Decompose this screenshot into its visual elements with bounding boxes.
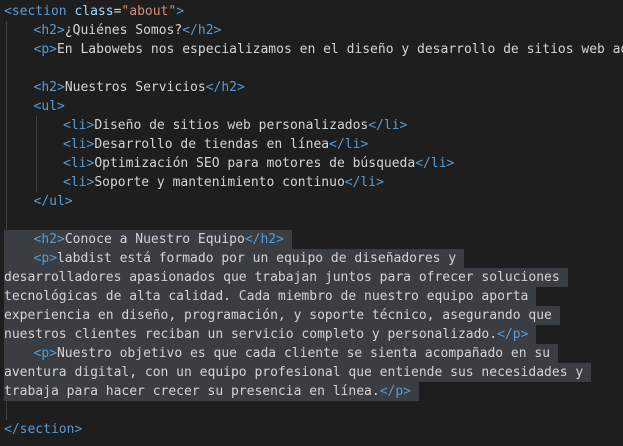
code-token: </li> [415,156,455,171]
code-line[interactable]: <li>Soporte y mantenimiento continuo</li… [63,173,384,192]
code-token: "about" [121,4,177,19]
code-line[interactable]: aventura digital, con un equipo profesio… [4,363,583,382]
code-token: <li> [63,175,95,190]
code-token: aventura digital, con un equipo profesio… [4,365,584,380]
code-token: <h2> [33,232,65,247]
code-token: <p> [33,251,57,266]
code-token: experiencia en diseño, programación, y s… [4,308,552,323]
code-line[interactable]: <li>Diseño de sitios web personalizados<… [63,116,407,135]
code-token: Diseño de sitios web personalizados [94,118,369,133]
code-token: <li> [63,137,95,152]
code-token: trabaja para hacer crecer su presencia e… [4,384,380,399]
code-token: </li> [344,175,384,190]
code-token: <h2> [33,23,65,38]
code-token: Nuestro objetivo es que cada cliente se … [56,346,551,361]
code-token: Soporte y mantenimiento continuo [94,175,345,190]
code-line[interactable]: <h2>Nuestros Servicios</h2> [34,78,245,97]
code-token: > [176,4,185,19]
code-token: ¿Quiénes Somos? [64,23,183,38]
code-token: tecnológicas de alta calidad. Cada miemb… [4,289,529,304]
code-token: Desarrollo de tiendas en línea [94,137,330,152]
indent-guide [35,116,37,192]
code-token: <li> [63,118,95,133]
code-line[interactable]: <p>Nuestro objetivo es que cada cliente … [34,344,551,363]
code-token: desarrolladores apasionados que trabajan… [4,270,560,285]
code-token: </p> [497,327,529,342]
code-token: class [74,4,114,19]
code-token: <p> [33,42,57,57]
code-token: Optimización SEO para motores de búsqued… [94,156,416,171]
code-line[interactable]: desarrolladores apasionados que trabajan… [4,268,560,287]
code-line[interactable]: </section> [4,420,82,439]
code-token: </section> [4,422,83,437]
code-token: </ul> [33,194,73,209]
code-editor[interactable]: <section class="about"> <h2>¿Quiénes Somo… [0,0,623,446]
code-token: </h2> [205,80,245,95]
code-token: </h2> [244,232,284,247]
code-token: </h2> [182,23,222,38]
code-line[interactable]: <li>Optimización SEO para motores de bús… [63,154,454,173]
code-token: </p> [379,384,411,399]
code-token: nuestros clientes reciban un servicio co… [4,327,498,342]
code-line[interactable]: <li>Desarrollo de tiendas en línea</li> [63,135,368,154]
code-line[interactable]: experiencia en diseño, programación, y s… [4,306,552,325]
code-token: <ul> [33,99,65,114]
code-token: Conoce a Nuestro Equipo [64,232,245,247]
code-token: </li> [368,118,408,133]
code-token: <h2> [33,80,65,95]
code-line[interactable]: <ul> [34,97,65,116]
code-token: labdist está formado por un equipo de di… [56,251,457,266]
code-line[interactable]: <p>labdist está formado por un equipo de… [34,249,457,268]
code-line[interactable]: trabaja para hacer crecer su presencia e… [4,382,411,401]
code-line[interactable]: tecnológicas de alta calidad. Cada miemb… [4,287,528,306]
code-token: <p> [33,346,57,361]
code-line[interactable]: <section class="about"> [4,2,184,21]
code-line[interactable]: <h2>Conoce a Nuestro Equipo</h2> [34,230,284,249]
code-token: <section [4,4,75,19]
code-line[interactable]: <h2>¿Quiénes Somos?</h2> [34,21,222,40]
code-line[interactable]: </ul> [34,192,73,211]
code-token: </li> [329,137,369,152]
code-line[interactable]: nuestros clientes reciban un servicio co… [4,325,528,344]
code-token: En Labowebs nos especializamos en el dis… [56,42,623,57]
code-line[interactable]: <p>En Labowebs nos especializamos en el … [34,40,623,59]
code-token: <li> [63,156,95,171]
code-token: Nuestros Servicios [64,80,206,95]
